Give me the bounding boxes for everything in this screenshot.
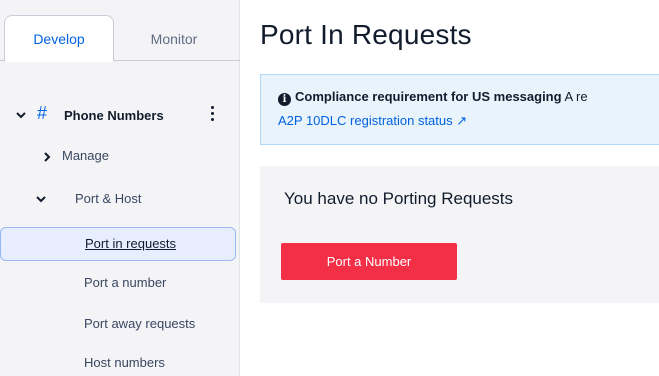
empty-state-card: You have no Porting Requests Port a Numb…: [260, 166, 659, 303]
banner-body: A re: [561, 89, 588, 104]
tab-monitor[interactable]: Monitor: [118, 15, 230, 62]
compliance-banner: i Compliance requirement for US messaging…: [260, 74, 659, 145]
sidebar-item-port-in-requests[interactable]: Port in requests: [0, 227, 236, 261]
phone-numbers-section-header[interactable]: # Phone Numbers: [0, 100, 240, 130]
sidebar-item-port-a-number[interactable]: Port a number: [84, 275, 166, 290]
sidebar-item-label: Port in requests: [85, 236, 177, 251]
banner-heading: Compliance requirement for US messaging: [295, 89, 562, 104]
more-options-icon[interactable]: [205, 103, 219, 125]
port-a-number-button[interactable]: Port a Number: [281, 243, 457, 280]
tab-develop[interactable]: Develop: [4, 15, 114, 62]
sidebar-tabs: Develop Monitor: [0, 15, 240, 62]
chevron-down-icon: [36, 196, 46, 203]
sidebar: Develop Monitor # Phone Numbers Manage P…: [0, 0, 240, 376]
a2p-registration-link[interactable]: A2P 10DLC registration status ↗: [278, 113, 467, 129]
sidebar-item-host-numbers[interactable]: Host numbers: [84, 355, 165, 370]
sidebar-item-label: Port & Host: [75, 191, 142, 206]
page-title: Port In Requests: [260, 19, 472, 50]
empty-state-message: You have no Porting Requests: [284, 189, 514, 208]
chevron-down-icon[interactable]: [14, 108, 28, 122]
chevron-right-icon: [44, 152, 51, 162]
section-title: Phone Numbers: [64, 108, 164, 123]
sidebar-item-label: Manage: [62, 148, 109, 163]
banner-message: i Compliance requirement for US messaging…: [278, 89, 588, 106]
sidebar-item-port-away-requests[interactable]: Port away requests: [84, 316, 195, 331]
info-icon: i: [278, 93, 291, 106]
hash-icon: #: [37, 103, 48, 123]
